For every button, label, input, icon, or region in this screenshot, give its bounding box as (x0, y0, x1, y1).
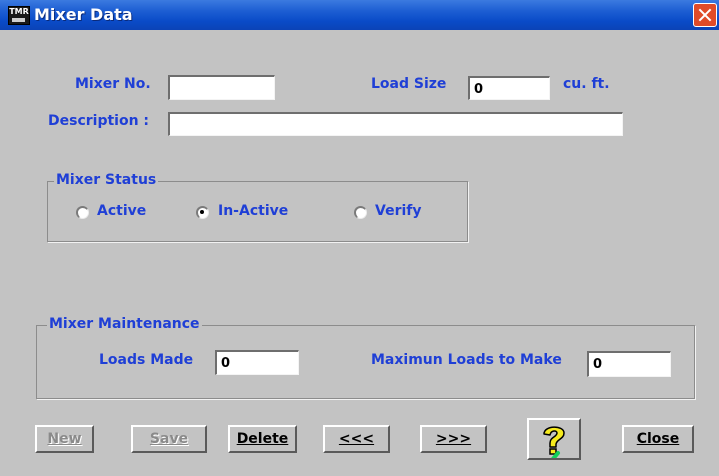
description-field[interactable] (168, 112, 623, 136)
next-button[interactable]: >>> (420, 425, 487, 453)
in-active-radio[interactable] (196, 206, 209, 219)
active-radio[interactable] (76, 206, 89, 219)
new-button[interactable]: New (35, 425, 94, 453)
tmr-app-icon: TMR (8, 6, 30, 25)
help-question-icon (543, 426, 565, 458)
mixer-no-field[interactable] (168, 75, 275, 100)
help-button[interactable] (527, 418, 581, 460)
radio-selected-dot (200, 210, 204, 214)
load-size-field[interactable]: 0 (468, 76, 550, 100)
title-bar[interactable]: TMR Mixer Data (0, 0, 719, 30)
close-button[interactable]: Close (622, 425, 694, 453)
load-size-label: Load Size (371, 76, 447, 92)
in-active-radio-label[interactable]: In-Active (218, 203, 288, 219)
max-loads-label: Maximun Loads to Make (371, 352, 562, 368)
max-loads-field[interactable]: 0 (587, 351, 671, 377)
mixer-data-window: TMR Mixer Data Mixer No. Load Size 0 cu.… (0, 0, 719, 476)
loads-made-label: Loads Made (99, 352, 194, 368)
mixer-status-title: Mixer Status (54, 172, 159, 188)
active-radio-label[interactable]: Active (97, 203, 146, 219)
save-button[interactable]: Save (131, 425, 207, 453)
delete-button[interactable]: Delete (228, 425, 297, 453)
previous-button[interactable]: <<< (323, 425, 390, 453)
load-size-unit: cu. ft. (563, 76, 610, 92)
close-icon[interactable] (693, 3, 717, 27)
loads-made-field[interactable]: 0 (215, 350, 299, 375)
verify-radio[interactable] (354, 206, 367, 219)
mixer-maintenance-title: Mixer Maintenance (47, 316, 202, 332)
verify-radio-label[interactable]: Verify (375, 203, 421, 219)
description-label: Description : (48, 113, 150, 129)
mixer-no-label: Mixer No. (75, 76, 151, 92)
window-title: Mixer Data (34, 5, 133, 24)
app-icon-text: TMR (9, 7, 29, 16)
